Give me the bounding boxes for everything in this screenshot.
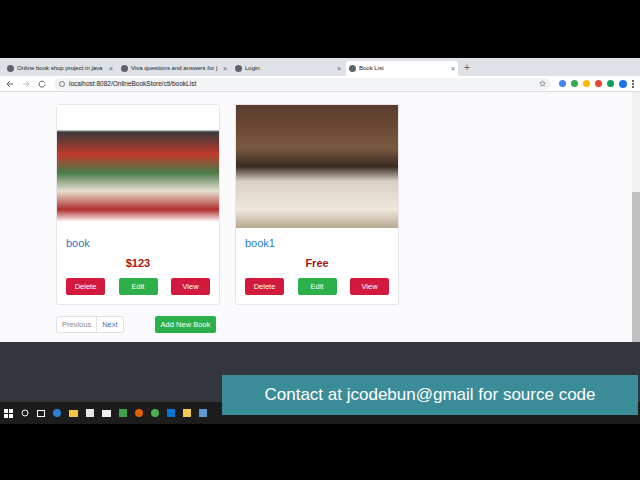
extension-icon[interactable] (571, 80, 578, 87)
close-tab-button[interactable]: × (337, 65, 341, 72)
store-icon[interactable] (86, 409, 94, 417)
browser-tab[interactable]: Viva questions and answers for j× (118, 61, 230, 76)
pager-row: PreviousNext Add New Book (56, 316, 632, 333)
letterbox-bottom (0, 424, 640, 480)
info-icon (59, 81, 65, 87)
book-price: Free (245, 256, 389, 270)
app-icon[interactable] (119, 409, 127, 417)
favicon-icon (235, 65, 242, 72)
browser-tab[interactable]: Login× (232, 61, 344, 76)
search-icon[interactable] (21, 409, 29, 417)
favicon-icon (121, 65, 128, 72)
page-link: Previous (57, 317, 96, 332)
letterbox-top (0, 0, 640, 58)
edge-icon[interactable] (53, 409, 61, 417)
task-view-icon[interactable] (37, 410, 45, 417)
pagination: PreviousNext (56, 316, 124, 333)
view-button[interactable]: View (350, 278, 389, 295)
scrollbar[interactable] (632, 92, 640, 342)
app-icon[interactable] (183, 409, 191, 417)
book-title[interactable]: book (66, 236, 210, 250)
browser-tab[interactable]: Online book shop project in java× (4, 61, 116, 76)
extension-icon[interactable] (607, 80, 614, 87)
book-title[interactable]: book1 (245, 236, 389, 250)
tab-strip: Online book shop project in java×Viva qu… (0, 58, 640, 76)
profile-icon[interactable] (619, 80, 627, 88)
app-icon[interactable] (199, 409, 207, 417)
close-tab-button[interactable]: × (451, 65, 455, 72)
back-icon[interactable] (6, 80, 14, 88)
add-book-button[interactable]: Add New Book (155, 316, 217, 333)
menu-icon[interactable] (632, 80, 634, 88)
windows-icon[interactable] (4, 409, 13, 418)
delete-button[interactable]: Delete (245, 278, 284, 295)
favicon-icon (349, 65, 356, 72)
forward-icon[interactable] (22, 80, 30, 88)
close-tab-button[interactable]: × (109, 65, 113, 72)
page-link[interactable]: Next (96, 317, 122, 332)
book-card: book1 Free Delete Edit View (235, 104, 399, 305)
edit-button[interactable]: Edit (298, 278, 337, 295)
firefox-icon[interactable] (135, 409, 143, 417)
book-price: $123 (66, 256, 210, 270)
book-grid: book $123 Delete Edit View book1 Free Delete Edi… (56, 104, 632, 305)
edit-button[interactable]: Edit (119, 278, 158, 295)
book-card: book $123 Delete Edit View (56, 104, 220, 305)
close-tab-button[interactable]: × (223, 65, 227, 72)
mail-icon[interactable] (102, 410, 111, 417)
extension-icon[interactable] (583, 80, 590, 87)
extension-icon[interactable] (595, 80, 602, 87)
favicon-icon (7, 65, 14, 72)
explorer-icon[interactable] (69, 410, 78, 417)
scroll-thumb[interactable] (632, 192, 640, 342)
page: book $123 Delete Edit View book1 Free Delete Edi… (0, 92, 640, 342)
contact-banner: Contact at jcodebun@gmail for source cod… (222, 375, 638, 415)
screen: Online book shop project in java×Viva qu… (0, 0, 640, 480)
extension-icon[interactable] (559, 80, 566, 87)
delete-button[interactable]: Delete (66, 278, 105, 295)
view-button[interactable]: View (171, 278, 210, 295)
browser-tab[interactable]: Book List× (346, 61, 458, 76)
chrome-icon[interactable] (151, 409, 159, 417)
extensions (559, 80, 634, 88)
star-icon[interactable] (539, 80, 546, 87)
book-photo (57, 105, 219, 228)
reload-icon[interactable] (38, 80, 46, 88)
app-icon[interactable] (167, 409, 175, 417)
book-photo (236, 105, 398, 228)
toolbar: localhost:8082/OnlineBookStore/ctl/bookL… (0, 76, 640, 92)
address-field[interactable]: localhost:8082/OnlineBookStore/ctl/bookL… (54, 78, 551, 90)
new-tab-button[interactable]: + (464, 63, 470, 73)
